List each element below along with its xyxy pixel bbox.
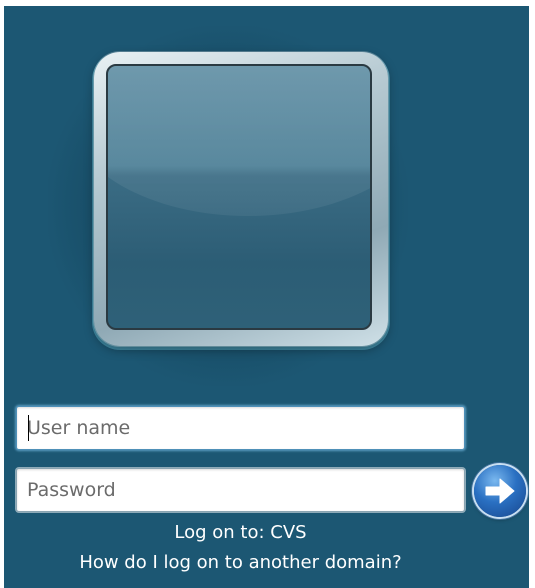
user-tile-gloss: [108, 66, 370, 216]
other-domain-link[interactable]: How do I log on to another domain?: [4, 552, 477, 573]
text-caret: [28, 415, 29, 441]
password-input[interactable]: [16, 468, 465, 512]
submit-button[interactable]: [474, 465, 526, 517]
logon-panel: Log on to: CVS How do I log on to anothe…: [4, 6, 529, 588]
user-tile-picture: [106, 64, 372, 330]
logon-domain-label: Log on to: CVS: [174, 522, 307, 543]
username-input[interactable]: [16, 406, 465, 450]
user-tile-icon: [94, 52, 388, 346]
logon-screen: Log on to: CVS How do I log on to anothe…: [0, 0, 535, 588]
arrow-right-icon: [485, 478, 515, 504]
